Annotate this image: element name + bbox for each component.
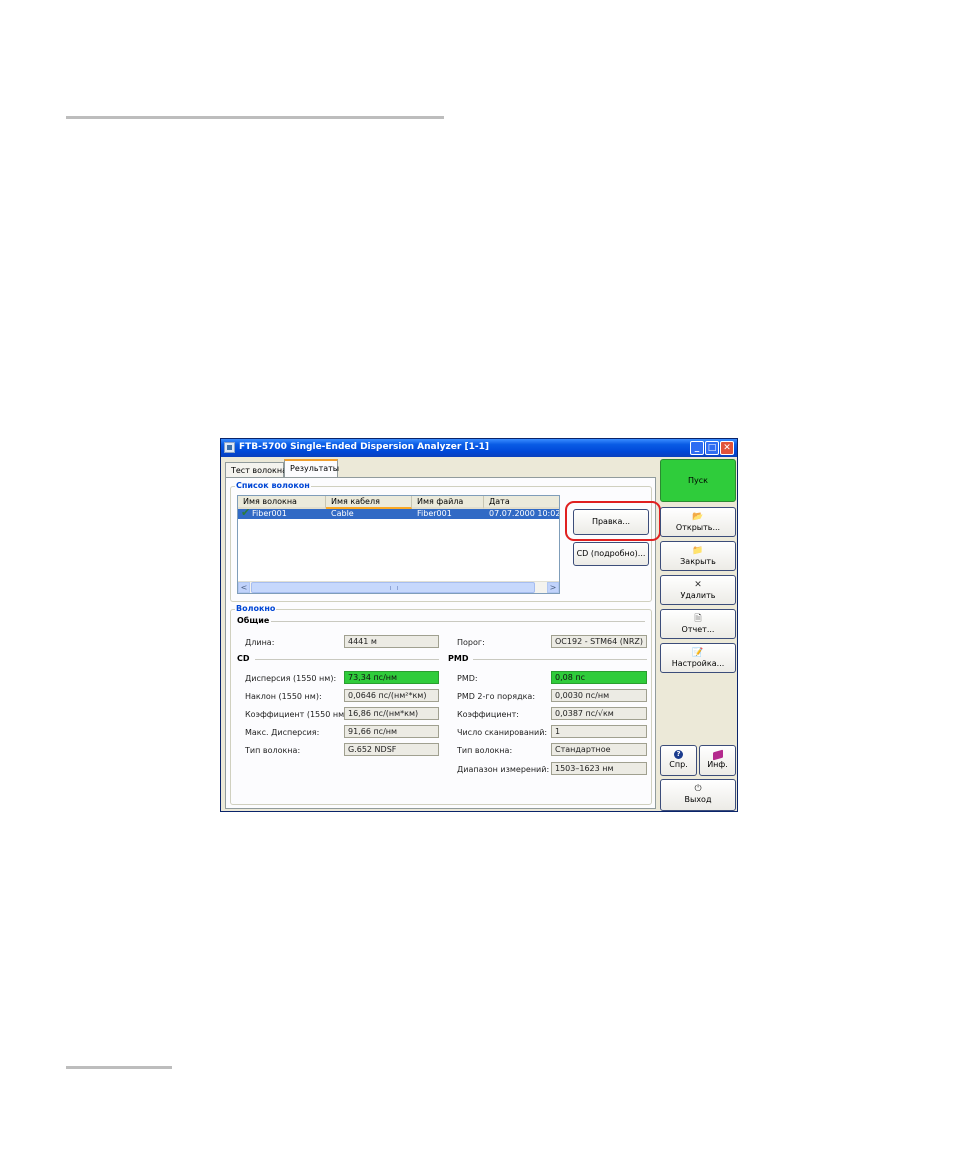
settings-label: Настройка... <box>671 659 725 668</box>
tab-results[interactable]: Результаты <box>284 459 339 479</box>
threshold-label: Порог: <box>457 638 485 647</box>
open-button[interactable]: 📂 Открыть... <box>660 507 736 537</box>
scroll-left-icon[interactable]: < <box>238 582 250 593</box>
pmd-value: 0,08 пс <box>551 671 647 684</box>
threshold-value: OC192 - STM64 (NRZ) <box>551 635 647 648</box>
measure-range-label: Диапазон измерений: <box>457 765 550 774</box>
close-label: Закрыть <box>680 557 716 566</box>
cell-file-name: Fiber001 <box>417 509 452 518</box>
pmd-fiber-type-label: Тип волокна: <box>457 746 513 755</box>
report-button[interactable]: 🗎 Отчет... <box>660 609 736 639</box>
help-label: Спр. <box>669 760 688 769</box>
info-label: Инф. <box>707 760 728 769</box>
exit-label: Выход <box>684 795 712 804</box>
help-button[interactable]: ? Спр. <box>660 745 697 776</box>
document-icon: 🗎 <box>694 614 702 624</box>
list-header: Имя волокна Имя кабеля Имя файла Дата <box>238 496 559 509</box>
info-button[interactable]: Инф. <box>699 745 736 776</box>
cd-fiber-type-label: Тип волокна: <box>245 746 301 755</box>
app-icon <box>224 442 235 453</box>
open-label: Открыть... <box>675 523 721 532</box>
cd-dispersion-value: 73,34 пс/нм <box>344 671 439 684</box>
fiber-list-group: Список волокон Имя волокна Имя кабеля Им… <box>230 481 661 602</box>
measure-range-value: 1503–1623 нм <box>551 762 647 775</box>
cell-date: 07.07.2000 10:02: <box>489 509 560 518</box>
pmd-divider <box>473 659 647 660</box>
cd-divider <box>255 659 439 660</box>
scroll-thumb[interactable] <box>251 582 535 593</box>
column-cable-name[interactable]: Имя кабеля <box>326 496 412 509</box>
cd-max-dispersion-value: 91,66 пс/нм <box>344 725 439 738</box>
pmd-fiber-type-value: Стандартное <box>551 743 647 756</box>
cell-fiber-name: Fiber001 <box>252 509 287 518</box>
action-sidebar: Пуск 📂 Открыть... 📁 Закрыть ✕ Удалить 🗎 … <box>658 457 737 811</box>
tab-fiber-test[interactable]: Тест волокна <box>225 462 287 478</box>
general-section-title: Общие <box>237 616 270 625</box>
close-file-button[interactable]: 📁 Закрыть <box>660 541 736 571</box>
start-button[interactable]: Пуск <box>660 459 736 502</box>
minimize-button[interactable]: _ <box>690 441 704 455</box>
cd-fiber-type-value: G.652 NDSF <box>344 743 439 756</box>
horizontal-scrollbar[interactable]: < > <box>238 581 559 593</box>
pmd-section-title: PMD <box>448 654 469 663</box>
cd-coefficient-value: 16,86 пс/(нм*км) <box>344 707 439 720</box>
power-icon: ⏻ <box>694 784 702 794</box>
fiber-group: Волокно Общие Длина: 4441 м Порог: OC192… <box>230 604 652 805</box>
delete-button[interactable]: ✕ Удалить <box>660 575 736 605</box>
length-value: 4441 м <box>344 635 439 648</box>
cell-cable-name: Cable <box>331 509 354 518</box>
pmd-label: PMD: <box>457 674 478 683</box>
length-label: Длина: <box>245 638 275 647</box>
page-top-rule <box>66 116 444 119</box>
column-date[interactable]: Дата <box>484 496 559 509</box>
pmd-coefficient-label: Коэффициент: <box>457 710 519 719</box>
app-window: FTB-5700 Single-Ended Dispersion Analyze… <box>220 438 738 812</box>
window-title: FTB-5700 Single-Ended Dispersion Analyze… <box>239 442 489 452</box>
document-edit-icon: 📝 <box>692 648 704 658</box>
cd-slope-label: Наклон (1550 нм): <box>245 692 322 701</box>
close-window-button[interactable]: ✕ <box>720 441 734 455</box>
pmd2-label: PMD 2-го порядка: <box>457 692 536 701</box>
delete-label: Удалить <box>680 591 716 600</box>
folder-open-icon: 📂 <box>692 512 704 522</box>
fiber-list-legend: Список волокон <box>235 481 311 490</box>
scroll-right-icon[interactable]: > <box>547 582 559 593</box>
scans-count-label: Число сканирований: <box>457 728 548 737</box>
cd-dispersion-label: Дисперсия (1550 нм): <box>245 674 337 683</box>
title-bar[interactable]: FTB-5700 Single-Ended Dispersion Analyze… <box>221 439 737 457</box>
report-label: Отчет... <box>681 625 715 634</box>
cd-detail-button[interactable]: CD (подробно)... <box>573 542 649 566</box>
table-row[interactable]: ✔ Fiber001 Cable Fiber001 07.07.2000 10:… <box>238 507 560 519</box>
column-fiber-name[interactable]: Имя волокна <box>238 496 326 509</box>
scroll-grip-icon <box>390 586 398 590</box>
help-icon: ? <box>674 750 683 759</box>
folder-icon: 📁 <box>692 546 704 556</box>
pmd2-value: 0,0030 пс/нм <box>551 689 647 702</box>
exit-button[interactable]: ⏻ Выход <box>660 779 736 811</box>
results-panel: Список волокон Имя волокна Имя кабеля Им… <box>225 477 661 809</box>
fiber-list-view[interactable]: Имя волокна Имя кабеля Имя файла Дата ✔ … <box>237 495 560 594</box>
cd-section-title: CD <box>237 654 250 663</box>
delete-x-icon: ✕ <box>694 580 702 590</box>
general-divider <box>271 621 645 622</box>
column-file-name[interactable]: Имя файла <box>412 496 484 509</box>
settings-button[interactable]: 📝 Настройка... <box>660 643 736 673</box>
cd-slope-value: 0,0646 пс/(нм²*км) <box>344 689 439 702</box>
page-bottom-rule <box>66 1066 172 1069</box>
pmd-coefficient-value: 0,0387 пс/√км <box>551 707 647 720</box>
maximize-button[interactable]: □ <box>705 441 719 455</box>
scans-count-value: 1 <box>551 725 647 738</box>
highlight-circle <box>565 501 661 541</box>
cd-coefficient-label: Коэффициент (1550 нм): <box>245 710 350 719</box>
fiber-legend: Волокно <box>235 604 277 613</box>
cd-max-dispersion-label: Макс. Дисперсия: <box>245 728 320 737</box>
